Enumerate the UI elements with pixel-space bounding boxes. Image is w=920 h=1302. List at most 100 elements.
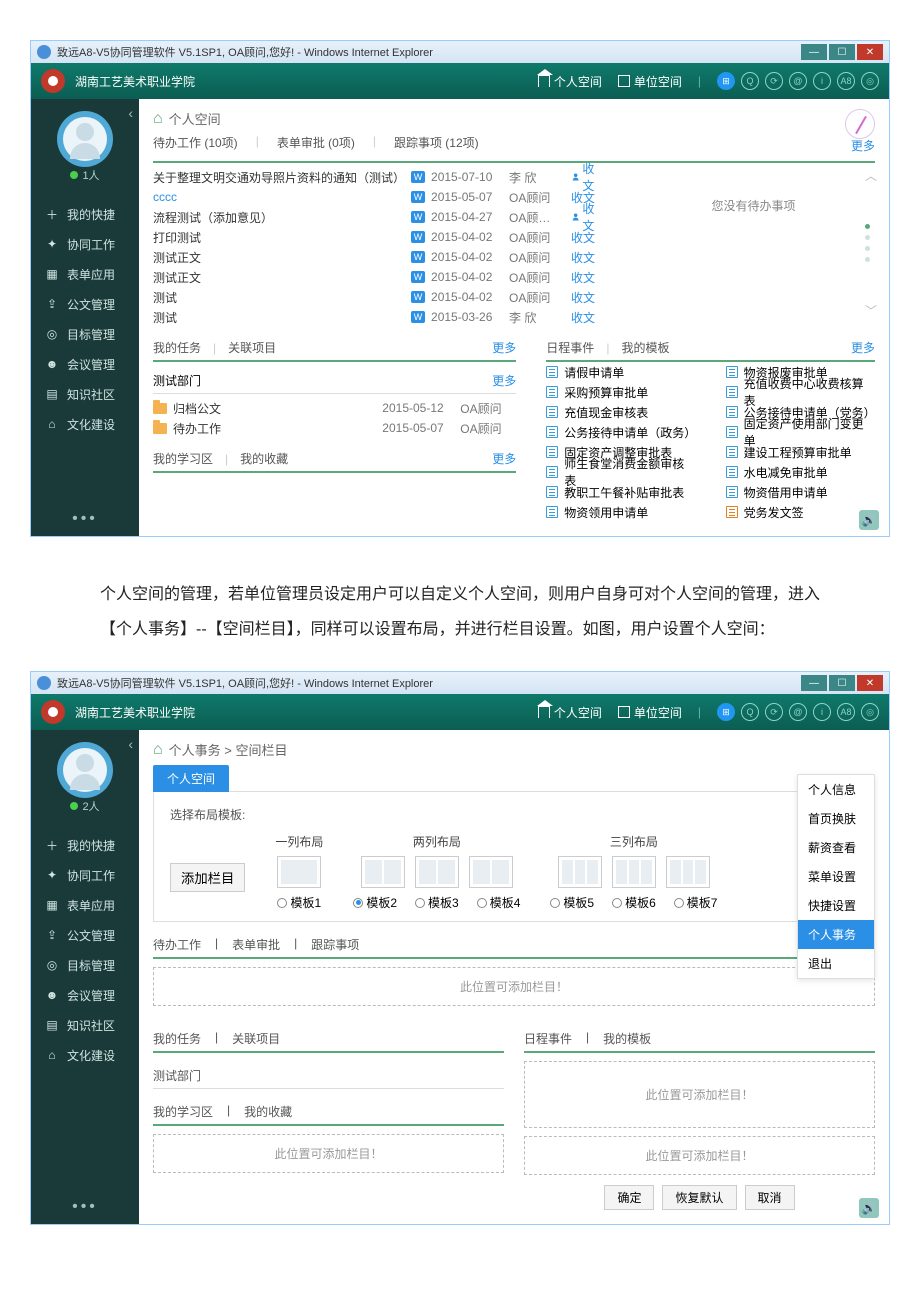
tab-personal-space[interactable]: 个人空间 — [153, 765, 229, 792]
radio-template6[interactable]: 模板6 — [612, 894, 656, 911]
tab-mytasks[interactable]: 我的任务 — [153, 339, 201, 356]
reset-button[interactable]: 恢复默认 — [662, 1185, 736, 1210]
task-title[interactable]: 测试 — [153, 289, 405, 306]
info-icon[interactable]: i — [813, 72, 831, 90]
max-button[interactable]: ☐ — [829, 44, 855, 60]
tab-templates[interactable]: 我的模板 — [621, 339, 669, 356]
sidebar-item-0[interactable]: ＋我的快捷 — [31, 199, 139, 229]
user-avatar[interactable] — [57, 742, 113, 798]
more-link[interactable]: 更多 — [492, 372, 516, 389]
tab-related[interactable]: 关联项目 — [232, 1030, 280, 1047]
layout-thumb[interactable] — [558, 856, 602, 888]
drop-zone[interactable]: 此位置可添加栏目！ — [524, 1136, 875, 1175]
sidebar-item-4[interactable]: ◎目标管理 — [31, 950, 139, 980]
task-title[interactable]: 测试正文 — [153, 269, 405, 286]
at-icon[interactable]: @ — [789, 703, 807, 721]
max-button[interactable]: ☐ — [829, 675, 855, 691]
ok-button[interactable]: 确定 — [604, 1185, 654, 1210]
sidebar-item-2[interactable]: ▦表单应用 — [31, 890, 139, 920]
layout-thumb[interactable] — [612, 856, 656, 888]
settings-menu-item[interactable]: 个人信息 — [798, 775, 874, 804]
radio-template4[interactable]: 模板4 — [477, 894, 521, 911]
tab-related[interactable]: 关联项目 — [228, 339, 276, 356]
radio-template2[interactable]: 模板2 — [353, 894, 397, 911]
template-item[interactable]: 充值现金审核表 — [546, 402, 695, 422]
refresh-icon[interactable]: ⟳ — [765, 72, 783, 90]
cancel-button[interactable]: 取消 — [745, 1185, 795, 1210]
settings-menu-item[interactable]: 退出 — [798, 949, 874, 978]
tab-study[interactable]: 我的学习区 — [153, 450, 213, 467]
more-link[interactable]: 更多 — [492, 339, 516, 356]
refresh-icon[interactable]: ⟳ — [765, 703, 783, 721]
gear-icon[interactable]: ◎ — [861, 72, 879, 90]
sidebar-more-icon[interactable]: ••• — [31, 1198, 139, 1216]
folder-title[interactable]: 待办工作 — [173, 420, 376, 437]
tab-favorites[interactable]: 我的收藏 — [244, 1103, 292, 1120]
sidebar-item-7[interactable]: ⌂文化建设 — [31, 1040, 139, 1070]
template-item[interactable]: 固定资产使用部门变更单 — [726, 422, 875, 442]
template-item[interactable]: 公务接待申请单（政务） — [546, 422, 695, 442]
sidebar-more-icon[interactable]: ••• — [31, 510, 139, 528]
speaker-icon[interactable]: 🔊 — [859, 1198, 879, 1218]
sidebar-item-3[interactable]: ⇪公文管理 — [31, 920, 139, 950]
apps-icon[interactable]: ⊞ — [717, 72, 735, 90]
search-icon[interactable]: Q — [741, 703, 759, 721]
sidebar-item-0[interactable]: ＋我的快捷 — [31, 830, 139, 860]
tab-tracking[interactable]: 跟踪事项 (12项) — [394, 134, 479, 151]
gear-icon[interactable]: ◎ — [861, 703, 879, 721]
tab-study[interactable]: 我的学习区 — [153, 1103, 213, 1120]
apps-icon[interactable]: ⊞ — [717, 703, 735, 721]
a8-icon[interactable]: A8 — [837, 72, 855, 90]
layout-thumb[interactable] — [361, 856, 405, 888]
nav-unit-space[interactable]: 单位空间 — [618, 704, 682, 721]
more-link[interactable]: 更多 — [492, 450, 516, 467]
sidebar-item-4[interactable]: ◎目标管理 — [31, 319, 139, 349]
folder-title[interactable]: 归档公文 — [173, 400, 376, 417]
radio-template1[interactable]: 模板1 — [277, 894, 321, 911]
layout-thumb[interactable] — [666, 856, 710, 888]
tab-templates[interactable]: 我的模板 — [603, 1030, 651, 1047]
nav-personal-space[interactable]: 个人空间 — [538, 73, 602, 90]
radio-template3[interactable]: 模板3 — [415, 894, 459, 911]
task-title[interactable]: 测试 — [153, 309, 405, 326]
sidebar-item-1[interactable]: ✦协同工作 — [31, 860, 139, 890]
template-item[interactable]: 水电减免审批单 — [726, 462, 875, 482]
task-title[interactable]: cccc — [153, 190, 405, 204]
settings-menu-item[interactable]: 个人事务 — [798, 920, 874, 949]
nav-unit-space[interactable]: 单位空间 — [618, 73, 682, 90]
chevron-down-icon[interactable]: ﹀ — [865, 302, 877, 319]
search-icon[interactable]: Q — [741, 72, 759, 90]
drop-zone[interactable]: 此位置可添加栏目！ — [153, 967, 875, 1006]
tab-pending[interactable]: 待办工作 — [153, 936, 201, 953]
compass-icon[interactable] — [845, 109, 875, 139]
template-item[interactable]: 师生食堂消费金额审核表 — [546, 462, 695, 482]
add-section-button[interactable]: 添加栏目 — [170, 863, 245, 892]
template-item[interactable]: 物资借用申请单 — [726, 482, 875, 502]
template-item[interactable]: 采购预算审批单 — [546, 382, 695, 402]
a8-icon[interactable]: A8 — [837, 703, 855, 721]
tab-schedule[interactable]: 日程事件 — [524, 1030, 572, 1047]
sidebar-item-7[interactable]: ⌂文化建设 — [31, 409, 139, 439]
sidebar-item-5[interactable]: ☻会议管理 — [31, 980, 139, 1010]
at-icon[interactable]: @ — [789, 72, 807, 90]
tab-approval[interactable]: 表单审批 — [232, 936, 280, 953]
settings-menu-item[interactable]: 菜单设置 — [798, 862, 874, 891]
min-button[interactable]: — — [801, 675, 827, 691]
more-link[interactable]: 更多 — [851, 137, 875, 154]
layout-thumb[interactable] — [277, 856, 321, 888]
sidebar-item-2[interactable]: ▦表单应用 — [31, 259, 139, 289]
tab-schedule[interactable]: 日程事件 — [546, 339, 594, 356]
sidebar-item-6[interactable]: ▤知识社区 — [31, 1010, 139, 1040]
close-button[interactable]: ✕ — [857, 675, 883, 691]
template-item[interactable]: 请假申请单 — [546, 362, 695, 382]
settings-menu-item[interactable]: 薪资查看 — [798, 833, 874, 862]
layout-thumb[interactable] — [415, 856, 459, 888]
nav-personal-space[interactable]: 个人空间 — [538, 704, 602, 721]
sidebar-item-3[interactable]: ⇪公文管理 — [31, 289, 139, 319]
template-item[interactable]: 物资领用申请单 — [546, 502, 695, 522]
sidebar-item-5[interactable]: ☻会议管理 — [31, 349, 139, 379]
layout-thumb[interactable] — [469, 856, 513, 888]
tab-approval[interactable]: 表单审批 (0项) — [277, 134, 355, 151]
settings-menu-item[interactable]: 首页换肤 — [798, 804, 874, 833]
drop-zone[interactable]: 此位置可添加栏目！ — [524, 1061, 875, 1128]
